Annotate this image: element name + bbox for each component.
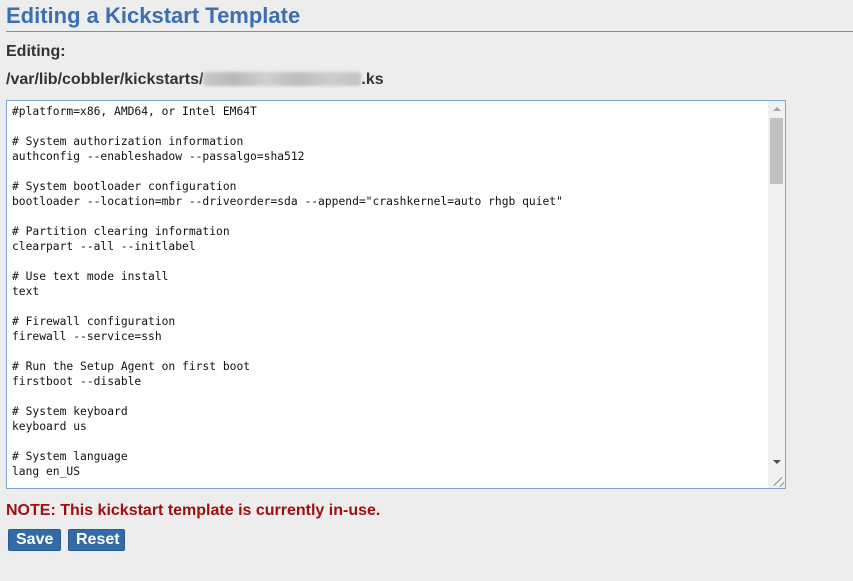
file-path: /var/lib/cobbler/kickstarts/ .ks	[6, 71, 384, 89]
title-divider	[6, 31, 853, 32]
scroll-down-arrow-icon[interactable]	[768, 454, 785, 471]
page-title: Editing a Kickstart Template	[6, 3, 301, 28]
resize-grip-icon[interactable]	[768, 471, 785, 488]
scroll-thumb[interactable]	[770, 118, 783, 184]
page: Editing a Kickstart Template Editing: /v…	[0, 0, 853, 581]
kickstart-editor[interactable]: #platform=x86, AMD64, or Intel EM64T # S…	[6, 100, 786, 489]
in-use-note: NOTE: This kickstart template is current…	[6, 502, 381, 519]
reset-button[interactable]: Reset	[68, 529, 125, 551]
editor-scrollbar[interactable]	[768, 101, 785, 488]
kickstart-editor-text[interactable]: #platform=x86, AMD64, or Intel EM64T # S…	[12, 104, 563, 479]
scroll-up-arrow-icon[interactable]	[768, 101, 785, 118]
file-path-prefix: /var/lib/cobbler/kickstarts/	[6, 71, 204, 88]
editing-label: Editing:	[6, 43, 66, 60]
save-button[interactable]: Save	[8, 529, 61, 551]
file-path-suffix: .ks	[361, 71, 384, 88]
redacted-filename	[203, 72, 362, 86]
